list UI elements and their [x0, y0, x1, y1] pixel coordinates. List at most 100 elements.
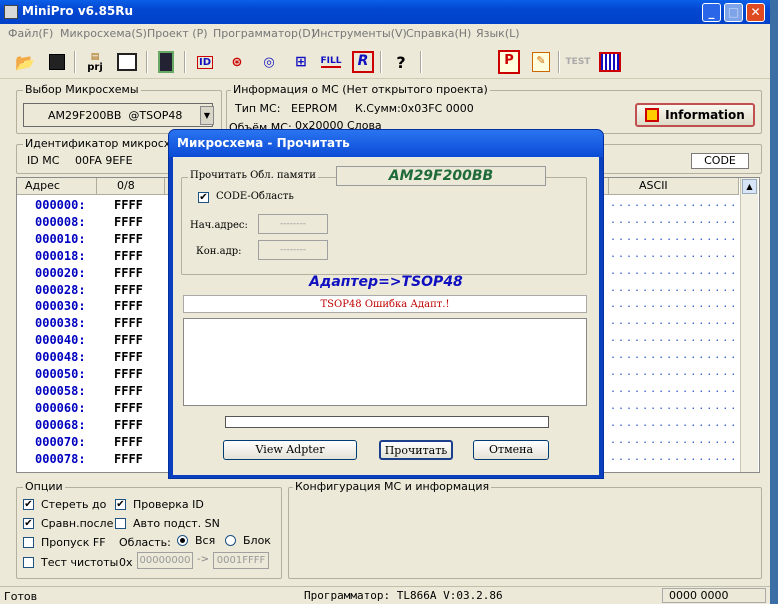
start-address-label: Нач.адрес:: [190, 220, 248, 231]
area-label: Область:: [119, 536, 171, 549]
status-counter: 0000 0000: [662, 588, 766, 603]
column-header-address[interactable]: Адрес: [17, 178, 97, 195]
menu-programmer[interactable]: Программатор(D): [213, 27, 315, 40]
menu-file[interactable]: Файл(F): [8, 27, 53, 40]
row-ascii: ................: [610, 282, 739, 294]
edit-config-icon[interactable]: ✎: [528, 49, 554, 75]
row-ascii: ................: [610, 214, 739, 226]
column-header-ascii[interactable]: ASCII: [609, 178, 739, 195]
menu-project[interactable]: Проект (P): [147, 27, 208, 40]
save-project-icon[interactable]: [114, 49, 140, 75]
row-value[interactable]: FFFF: [114, 333, 143, 347]
row-value[interactable]: FFFF: [114, 435, 143, 449]
register-icon[interactable]: R: [350, 49, 376, 75]
row-value[interactable]: FFFF: [114, 299, 143, 313]
row-address: 000050:: [35, 367, 86, 381]
blank-test-label: Тест чистоты: [41, 556, 119, 569]
erase-checkbox[interactable]: ✔: [23, 499, 34, 510]
row-address: 000068:: [35, 417, 86, 432]
code-area-label: CODE-Область: [216, 191, 294, 202]
chip-type-value: EEPROM: [291, 102, 338, 115]
help-icon[interactable]: ?: [388, 49, 414, 75]
row-address: 000028:: [35, 282, 86, 297]
skip-ff-checkbox[interactable]: [23, 537, 34, 548]
area-all-label: Вся: [195, 534, 216, 547]
fill-icon[interactable]: FILL: [318, 49, 344, 75]
chevron-down-icon[interactable]: ▼: [200, 106, 214, 125]
auto-sn-checkbox[interactable]: [115, 518, 126, 529]
chip-select-icon[interactable]: [153, 49, 179, 75]
row-address: 000040:: [35, 333, 86, 348]
scroll-up-icon[interactable]: ▲: [742, 179, 757, 194]
row-address: 000058:: [35, 383, 86, 398]
start-address-input[interactable]: --------: [258, 214, 328, 234]
menu-chip[interactable]: Микросхема(S): [60, 27, 147, 40]
open-folder-icon[interactable]: 📂: [12, 49, 38, 75]
row-value[interactable]: FFFF: [114, 350, 143, 364]
menu-help[interactable]: Справка(H): [406, 27, 471, 40]
row-value[interactable]: FFFF: [114, 232, 143, 246]
information-button[interactable]: Information: [635, 103, 755, 127]
read-button[interactable]: Прочитать: [379, 440, 453, 460]
range-from-input[interactable]: 00000000: [137, 552, 193, 569]
row-value[interactable]: FFFF: [114, 249, 143, 263]
memory-area-label: Прочитать Обл. памяти: [188, 170, 318, 181]
read-chip-dialog: Микросхема - Прочитать Прочитать Обл. па…: [168, 129, 604, 479]
column-header-0-8[interactable]: 0/8: [97, 178, 165, 195]
row-value[interactable]: FFFF: [114, 266, 143, 280]
program-icon[interactable]: P: [496, 49, 522, 75]
erase-label: Стереть до: [41, 498, 107, 511]
view-adapter-button[interactable]: View Adpter: [223, 440, 357, 460]
row-value[interactable]: FFFF: [114, 418, 143, 432]
row-value[interactable]: FFFF: [114, 283, 143, 297]
chip-icon: [645, 108, 660, 122]
status-text: Готов: [4, 590, 38, 603]
close-button[interactable]: ✕: [746, 3, 765, 22]
row-value[interactable]: FFFF: [114, 401, 143, 415]
config-label: Конфигурация МС и информация: [293, 480, 492, 493]
row-value[interactable]: FFFF: [114, 452, 143, 466]
test-icon[interactable]: TEST: [565, 49, 591, 75]
range-to-input[interactable]: 0001FFFF: [213, 552, 269, 569]
end-address-label: Кон.адр:: [196, 246, 242, 257]
area-all-radio[interactable]: [177, 535, 188, 546]
code-area-checkbox[interactable]: ✔: [198, 192, 209, 203]
open-project-icon[interactable]: ▤ prj: [82, 49, 108, 75]
log-area[interactable]: [183, 318, 587, 406]
memory-area-group: Прочитать Обл. памяти AM29F200BB ✔ CODE-…: [181, 166, 587, 275]
area-block-radio[interactable]: [225, 535, 236, 546]
verify-id-checkbox[interactable]: ✔: [115, 499, 126, 510]
row-address: 000018:: [35, 248, 86, 263]
end-address-input[interactable]: --------: [258, 240, 328, 260]
chip-info-group: Информация о МС (Нет открытого проекта) …: [226, 83, 762, 134]
save-icon[interactable]: [44, 49, 70, 75]
chip-select-value: AM29F200BB @TSOP48: [48, 109, 183, 122]
read-id-icon[interactable]: ID: [192, 49, 218, 75]
menu-tools[interactable]: Инструменты(V): [312, 27, 407, 40]
blank-test-checkbox[interactable]: [23, 557, 34, 568]
row-address: 000060:: [35, 400, 86, 415]
row-value[interactable]: FFFF: [114, 198, 143, 212]
row-value[interactable]: FFFF: [114, 384, 143, 398]
row-ascii: ................: [610, 417, 739, 429]
row-value[interactable]: FFFF: [114, 215, 143, 229]
row-ascii: ................: [610, 299, 739, 311]
minimize-button[interactable]: _: [702, 3, 721, 22]
row-value[interactable]: FFFF: [114, 316, 143, 330]
row-value[interactable]: FFFF: [114, 367, 143, 381]
chip-select-dropdown[interactable]: AM29F200BB @TSOP48 ▼: [23, 103, 214, 127]
cancel-button[interactable]: Отмена: [473, 440, 549, 460]
verify-icon[interactable]: ⊞: [288, 49, 314, 75]
chip-select-group: Выбор Микросхемы AM29F200BB @TSOP48 ▼: [16, 83, 222, 134]
row-address: 000000:: [35, 198, 86, 212]
chip-select-label: Выбор Микросхемы: [23, 83, 141, 96]
scrollbar[interactable]: ▲: [740, 178, 758, 472]
compare-checkbox[interactable]: ✔: [23, 518, 34, 529]
chip-test-icon[interactable]: [597, 49, 623, 75]
maximize-button[interactable]: □: [724, 3, 743, 22]
row-address: 000020:: [35, 265, 86, 280]
menu-language[interactable]: Язык(L): [476, 27, 520, 40]
blank-check-icon[interactable]: ◎: [256, 49, 282, 75]
read-chip-icon[interactable]: ⊛: [224, 49, 250, 75]
information-button-label: Information: [665, 108, 745, 122]
